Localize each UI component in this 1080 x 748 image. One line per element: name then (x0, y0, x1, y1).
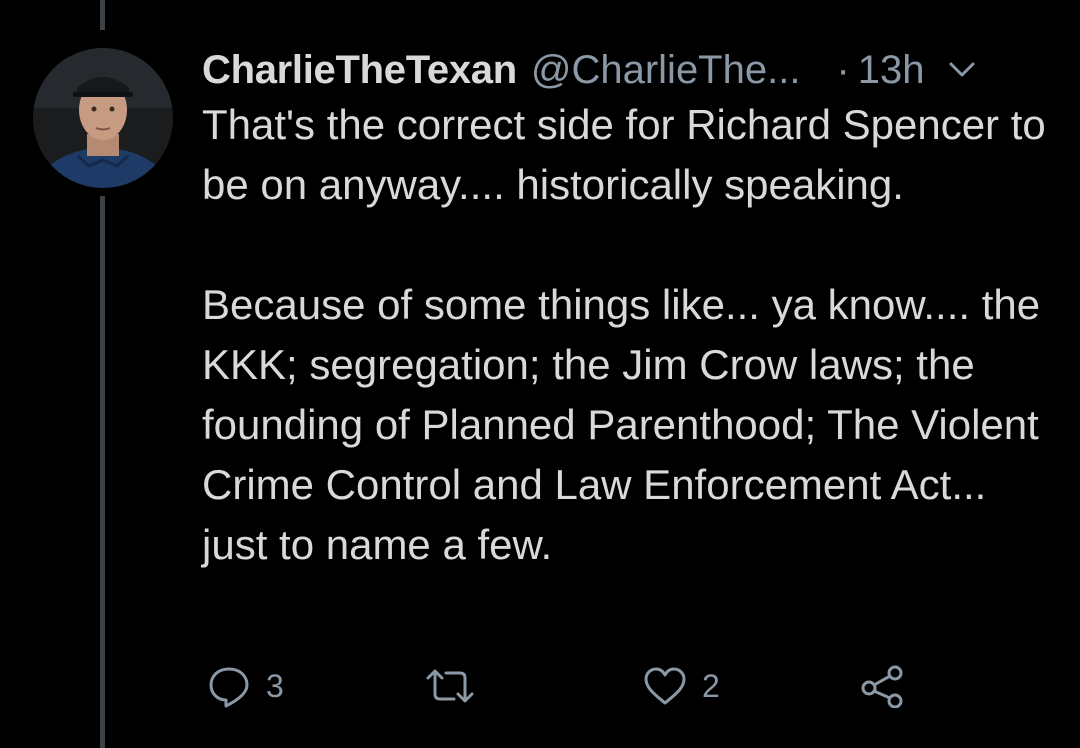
share-button[interactable] (860, 662, 906, 710)
thread-line-bottom (100, 196, 105, 748)
tweet-header: CharlieTheTexan @CharlieThe... · 13h (202, 40, 1050, 100)
user-handle[interactable]: @CharlieThe... (531, 48, 801, 93)
like-count: 2 (702, 667, 720, 704)
tweet-text: That's the correct side for Richard Spen… (202, 95, 1052, 575)
retweet-button[interactable] (424, 662, 490, 710)
header-separator: · (836, 47, 850, 92)
thread-line-top (100, 0, 105, 30)
more-options-button[interactable] (947, 55, 977, 85)
tweet-actions: 3 2 (202, 662, 962, 710)
reply-icon (209, 667, 249, 708)
tweet-paragraph-1: That's the correct side for Richard Spen… (202, 101, 1046, 208)
reply-button[interactable]: 3 (206, 662, 284, 710)
display-name[interactable]: CharlieTheTexan (202, 48, 517, 93)
heart-icon (644, 667, 686, 705)
share-icon (861, 665, 903, 708)
tweet-timestamp[interactable]: 13h (858, 48, 925, 93)
reply-count: 3 (266, 667, 284, 704)
like-button[interactable]: 2 (642, 662, 720, 710)
avatar-image (33, 48, 173, 188)
chevron-down-icon (949, 62, 975, 77)
avatar[interactable] (33, 48, 173, 188)
retweet-icon (426, 669, 474, 703)
tweet-paragraph-2: Because of some things like... ya know..… (202, 281, 1041, 568)
